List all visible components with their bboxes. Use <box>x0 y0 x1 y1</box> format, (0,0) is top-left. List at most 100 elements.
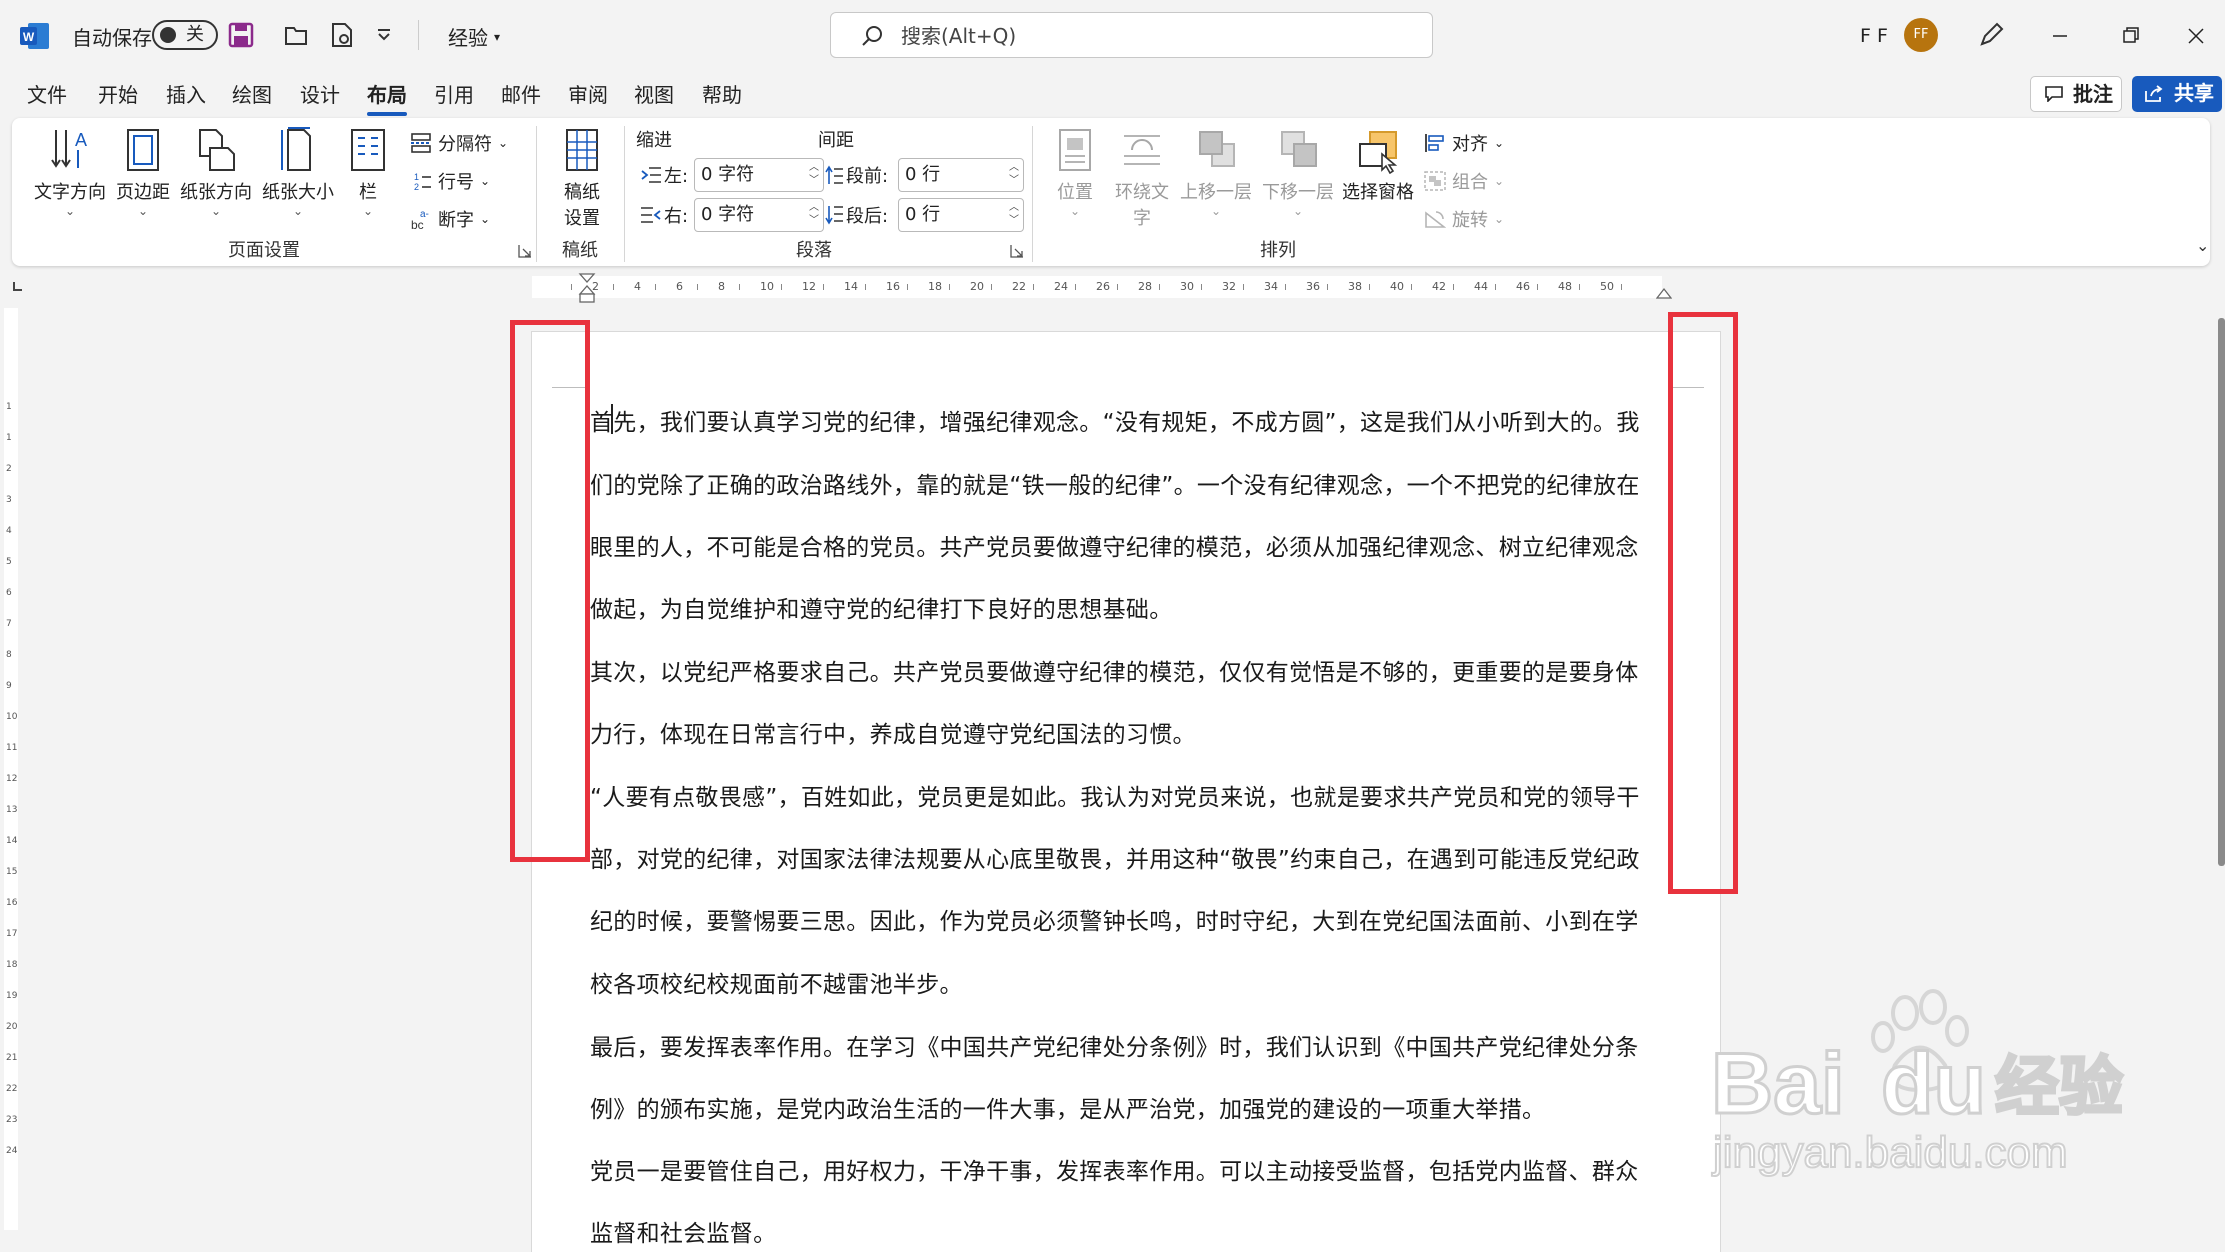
save-icon[interactable] <box>228 22 254 48</box>
document-line[interactable]: 党员一是要管住自己，用好权力，干净干事，发挥表率作用。可以主动接受监督，包括党内… <box>590 1152 1668 1186</box>
tab-selector-icon[interactable] <box>12 280 24 292</box>
vertical-scrollbar[interactable] <box>2218 318 2225 866</box>
right-margin-highlight <box>1668 312 1738 894</box>
vertical-ruler[interactable]: 1 1 2 3 4 5 6 7 8 9 10 11 12 13 14 15 16 17 18 19 20 21 22 23 24 <box>0 308 34 1230</box>
ruler-tick <box>655 284 656 290</box>
comments-button[interactable]: 批注 <box>2030 76 2122 112</box>
autosave-toggle[interactable]: 关 <box>152 20 218 50</box>
selection-pane-button[interactable]: 选择窗格 <box>1338 126 1418 204</box>
send-backward-button[interactable]: 下移一层 ⌄ <box>1258 126 1338 218</box>
watermark-du: du <box>1881 1036 1986 1132</box>
align-label: 对齐 <box>1452 134 1488 155</box>
ruler-tick <box>1159 284 1160 290</box>
wrap-text-icon <box>1124 135 1160 165</box>
line-numbers-button[interactable]: 12 行号 ⌄ <box>410 168 490 194</box>
rotate-label: 旋转 <box>1452 210 1488 231</box>
close-icon[interactable] <box>2176 18 2216 54</box>
designer-pen-icon[interactable] <box>1976 20 2006 50</box>
group-button[interactable]: 组合 ⌄ <box>1424 168 1504 194</box>
document-line[interactable]: 力行，体现在日常言行中，养成自觉遵守党纪国法的习惯。 <box>590 715 1668 749</box>
margins-label: 页边距 <box>116 182 170 203</box>
tab-review[interactable]: 审阅 <box>568 72 608 118</box>
document-title[interactable]: 经验 <box>448 0 488 72</box>
ruler-tick <box>697 284 698 290</box>
hyphenation-button[interactable]: a-bc 断字 ⌄ <box>410 206 490 232</box>
indent-left-icon <box>641 167 661 183</box>
text-direction-button[interactable]: A 文字方向 ⌄ <box>32 126 108 218</box>
print-preview-icon[interactable] <box>330 22 354 48</box>
document-line[interactable]: 首先，我们要认真学习党的纪律，增强纪律观念。“没有规矩，不成方圆”，这是我们从小… <box>590 403 1668 437</box>
bring-forward-button[interactable]: 上移一层 ⌄ <box>1176 126 1256 218</box>
spinner-arrows-icon[interactable]: ︿ ﹀ <box>809 201 819 227</box>
collapse-ribbon-icon[interactable]: ⌄ <box>2196 236 2209 255</box>
document-line[interactable]: 部，对党的纪律，对国家法律法规要从心底里敬畏，并用这种“敬畏”约束自己，在遇到可… <box>590 840 1668 874</box>
right-indent-marker-icon[interactable] <box>1656 284 1672 300</box>
spinner-arrows-icon[interactable]: ︿ ﹀ <box>1009 201 1019 227</box>
spacing-before-value: 0 行 <box>905 164 941 185</box>
document-line[interactable]: 校各项校纪校规面前不越雷池半步。 <box>590 965 1668 999</box>
document-line[interactable]: 们的党除了正确的政治路线外，靠的就是“铁一般的纪律”。一个没有纪律观念，一个不把… <box>590 466 1668 500</box>
avatar[interactable]: FF <box>1904 18 1938 52</box>
tab-layout[interactable]: 布局 <box>367 72 407 118</box>
ruler-number: 16 <box>886 280 900 293</box>
tab-help[interactable]: 帮助 <box>702 72 742 118</box>
ruler-number: 15 <box>6 867 18 877</box>
document-line[interactable]: 做起，为自觉维护和遵守党的纪律打下良好的思想基础。 <box>590 590 1668 624</box>
indent-header: 缩进 <box>636 130 672 151</box>
page-setup-launcher-icon[interactable] <box>518 244 532 258</box>
chevron-down-icon[interactable]: ▾ <box>494 30 500 44</box>
tab-design[interactable]: 设计 <box>300 72 340 118</box>
indent-left-input[interactable]: 0 字符 ︿ ﹀ <box>694 158 824 192</box>
document-line[interactable]: 最后，要发挥表率作用。在学习《中国共产党纪律处分条例》时，我们认识到《中国共产党… <box>590 1028 1668 1062</box>
ruler-tick <box>1201 284 1202 290</box>
position-button[interactable]: 位置 ⌄ <box>1044 126 1106 218</box>
bring-forward-icon <box>1199 131 1235 167</box>
document-line[interactable]: “人要有点敬畏感”，百姓如此，党员更是如此。我认为对党员来说，也就是要求共产党员… <box>590 778 1668 812</box>
open-folder-icon[interactable] <box>284 24 310 46</box>
share-button[interactable]: 共享 <box>2132 76 2222 112</box>
margins-button[interactable]: 页边距 ⌄ <box>112 126 174 218</box>
customize-quick-access-icon[interactable] <box>376 28 392 42</box>
indent-right-input[interactable]: 0 字符 ︿ ﹀ <box>694 198 824 232</box>
minimize-icon[interactable] <box>2040 18 2080 54</box>
ruler-tick <box>1411 284 1412 290</box>
manuscript-settings-button[interactable]: 稿纸 设置 <box>552 126 612 230</box>
tab-view[interactable]: 视图 <box>634 72 674 118</box>
indent-marker-icon[interactable] <box>578 272 596 304</box>
wrap-text-button[interactable]: 环绕文 字 <box>1110 126 1174 230</box>
document-line[interactable]: 纪的时候，要警惕要三思。因此，作为党员必须警钟长鸣，时时守纪，大到在党纪国法面前… <box>590 902 1668 936</box>
selection-pane-label: 选择窗格 <box>1342 182 1414 203</box>
tab-references[interactable]: 引用 <box>434 72 474 118</box>
document-line[interactable]: 监督和社会监督。 <box>590 1214 1668 1248</box>
tab-home[interactable]: 开始 <box>98 72 138 118</box>
search-box[interactable]: 搜索(Alt+Q) <box>830 12 1433 58</box>
document-line[interactable]: 例》的颁布实施，是党内政治生活的一件大事，是从严治党，加强党的建设的一项重大举措… <box>590 1090 1668 1124</box>
tab-insert[interactable]: 插入 <box>166 72 206 118</box>
size-button[interactable]: 纸张大小 ⌄ <box>260 126 336 218</box>
columns-button[interactable]: 栏 ⌄ <box>348 126 388 218</box>
chevron-down-icon: ⌄ <box>210 204 222 218</box>
orientation-button[interactable]: 纸张方向 ⌄ <box>178 126 254 218</box>
document-line[interactable]: 眼里的人，不可能是合格的党员。共产党员要做遵守纪律的模范，必须从加强纪律观念、树… <box>590 528 1668 562</box>
spinner-arrows-icon[interactable]: ︿ ﹀ <box>1009 161 1019 187</box>
breaks-button[interactable]: 分隔符 ⌄ <box>410 130 508 156</box>
spinner-arrows-icon[interactable]: ︿ ﹀ <box>809 161 819 187</box>
document-line[interactable]: 其次，以党纪严格要求自己。共产党员要做遵守纪律的模范，仅仅有觉悟是不够的，更重要… <box>590 653 1668 687</box>
align-button[interactable]: 对齐 ⌄ <box>1424 130 1504 156</box>
spacing-after-input[interactable]: 0 行 ︿ ﹀ <box>898 198 1024 232</box>
tab-file[interactable]: 文件 <box>27 72 67 118</box>
chevron-down-icon: ⌄ <box>498 136 509 150</box>
chevron-down-icon: ⌄ <box>64 204 76 218</box>
horizontal-ruler[interactable]: 2 4 6 8 10 12 14 16 18 20 22 24 26 28 30 32 34 36 38 40 42 44… <box>0 270 2225 304</box>
ruler-tick <box>1495 284 1496 290</box>
group-divider <box>536 126 537 262</box>
svg-text:W: W <box>23 30 35 44</box>
restore-icon[interactable] <box>2110 18 2150 54</box>
tab-draw[interactable]: 绘图 <box>232 72 272 118</box>
spacing-before-input[interactable]: 0 行 ︿ ﹀ <box>898 158 1024 192</box>
search-placeholder: 搜索(Alt+Q) <box>901 24 1017 48</box>
paragraph-launcher-icon[interactable] <box>1010 244 1024 258</box>
tab-mailings[interactable]: 邮件 <box>501 72 541 118</box>
watermark-brand: Bai <box>1711 1036 1845 1132</box>
rotate-button[interactable]: 旋转 ⌄ <box>1424 206 1504 232</box>
